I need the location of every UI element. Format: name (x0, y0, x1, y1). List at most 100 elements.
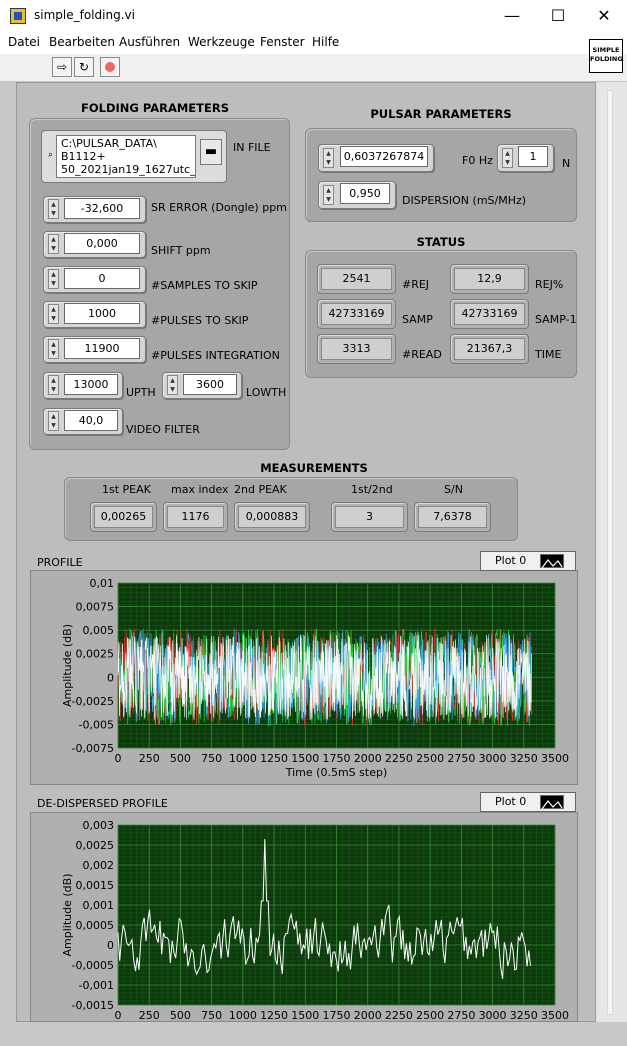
x-tick-label: 1250 (260, 752, 288, 765)
n-stepper[interactable]: ▲ ▼ (502, 148, 513, 168)
in-file-path[interactable]: C:\PULSAR_DATA\ B1112+ 50_2021jan19_1627… (56, 135, 196, 178)
peak1-value: 0,00265 (94, 506, 153, 528)
close-button[interactable]: ✕ (581, 0, 627, 32)
y-tick-label: -0,0005 (72, 959, 114, 972)
x-tick-label: 3500 (541, 1009, 569, 1022)
time-label: TIME (535, 348, 562, 361)
lowth-stepper[interactable]: ▲ ▼ (167, 375, 178, 395)
y-tick-label: 0,0025 (76, 648, 115, 661)
y-tick-label: -0,0075 (72, 742, 114, 755)
dedispersed-title: DE-DISPERSED PROFILE (37, 797, 168, 810)
pulses-skip-field[interactable]: 1000 (64, 303, 140, 324)
x-tick-label: 2000 (354, 752, 382, 765)
scrollbar-track[interactable] (607, 90, 613, 1015)
y-tick-label: -0,001 (79, 979, 114, 992)
video-filter-stepper[interactable]: ▲ ▼ (48, 411, 59, 431)
x-tick-label: 0 (115, 752, 122, 765)
x-tick-label: 2750 (447, 752, 475, 765)
minimize-button[interactable]: — (489, 0, 535, 32)
run-arrow-icon[interactable]: ⇨ (52, 57, 72, 77)
profile-title: PROFILE (37, 556, 83, 569)
x-tick-label: 500 (170, 1009, 191, 1022)
folding-title: FOLDING PARAMETERS (80, 101, 230, 115)
y-tick-label: 0,0005 (76, 919, 115, 932)
f0-label: F0 Hz (462, 154, 493, 167)
lowth-label: LOWTH (246, 386, 287, 399)
read-value: 3313 (321, 338, 392, 360)
samples-skip-stepper[interactable]: ▲ ▼ (48, 269, 59, 289)
measurements-title: MEASUREMENTS (260, 461, 368, 475)
rej-pct-value: 12,9 (454, 268, 525, 290)
f0-stepper[interactable]: ▲ ▼ (323, 148, 334, 168)
f0-field[interactable]: 0,6037267874 (340, 146, 428, 167)
folder-open-icon[interactable]: ▬ (200, 139, 222, 165)
run-continuously-icon[interactable]: ↻ (74, 57, 94, 77)
menu-fenster[interactable]: Fenster (260, 35, 305, 49)
maximize-button[interactable]: ☐ (535, 0, 581, 32)
ratio-label: 1st/2nd (351, 483, 393, 496)
x-tick-label: 0 (115, 1009, 122, 1022)
pulses-skip-stepper[interactable]: ▲ ▼ (48, 304, 59, 324)
max-index-label: max index (171, 483, 229, 496)
n-label: N (562, 157, 571, 170)
menu-datei[interactable]: Datei (8, 35, 40, 49)
peak1-label: 1st PEAK (102, 483, 151, 496)
lowth-field[interactable]: 3600 (183, 374, 237, 395)
pulses-integration-field[interactable]: 11900 (64, 338, 140, 359)
upth-field[interactable]: 13000 (64, 374, 118, 395)
sr-error-field[interactable]: -32,600 (64, 198, 140, 219)
dedispersed-chart: 0 250 500 750 1000 1250 1500 1750 2000 2250 2500 27… (61, 819, 569, 1022)
x-tick-label: 2750 (447, 1009, 475, 1022)
y-tick-label: 0,001 (83, 899, 115, 912)
menu-werkzeuge[interactable]: Werkzeuge (188, 35, 255, 49)
x-tick-label: 250 (139, 752, 160, 765)
sr-error-label: SR ERROR (Dongle) ppm (151, 201, 287, 214)
menu-hilfe[interactable]: Hilfe (312, 35, 339, 49)
dispersion-label: DISPERSION (mS/MHz) (402, 194, 527, 207)
x-tick-label: 3000 (479, 752, 507, 765)
samp-value: 42733169 (321, 303, 392, 325)
n-field[interactable]: 1 (518, 146, 548, 167)
menu-bearbeiten[interactable]: Bearbeiten (49, 35, 115, 49)
pulses-integration-label: #PULSES INTEGRATION (151, 349, 280, 362)
y-tick-label: 0 (107, 671, 114, 684)
y-tick-label: -0,005 (79, 718, 114, 731)
y-tick-label: -0,0015 (72, 999, 114, 1012)
samples-skip-field[interactable]: 0 (64, 268, 140, 289)
shift-field[interactable]: 0,000 (64, 233, 140, 254)
y-tick-label: 0,003 (83, 819, 115, 832)
profile-chart: 0 250 500 750 1000 1250 1500 1750 2000 2250 2500 27… (61, 577, 569, 779)
profile-legend-label: Plot 0 (495, 554, 527, 567)
dispersion-field[interactable]: 0,950 (340, 183, 390, 204)
y-tick-label: 0 (107, 939, 114, 952)
y-axis-title: Amplitude (dB) (61, 624, 74, 707)
x-tick-label: 500 (170, 752, 191, 765)
video-filter-field[interactable]: 40,0 (64, 410, 118, 431)
y-tick-label: 0,0025 (76, 839, 115, 852)
sr-error-stepper[interactable]: ▲ ▼ (48, 199, 59, 219)
ratio-value: 3 (335, 506, 404, 528)
window-title: simple_folding.vi (34, 8, 135, 22)
rej-label: #REJ (402, 278, 430, 291)
video-filter-label: VIDEO FILTER (126, 423, 200, 436)
upth-label: UPTH (126, 386, 156, 399)
x-tick-label: 2500 (416, 752, 444, 765)
pulses-integration-stepper[interactable]: ▲ ▼ (48, 339, 59, 359)
y-axis-title: Amplitude (dB) (61, 874, 74, 957)
dispersion-stepper[interactable]: ▲ ▼ (323, 185, 334, 205)
abort-stop-icon[interactable] (100, 57, 120, 77)
upth-stepper[interactable]: ▲ ▼ (48, 375, 59, 395)
shift-stepper[interactable]: ▲ ▼ (48, 234, 59, 254)
read-label: #READ (402, 348, 442, 361)
profile-legend-swatch (540, 554, 564, 569)
labview-vi-icon (10, 8, 26, 24)
x-tick-label: 1750 (323, 752, 351, 765)
x-tick-label: 3500 (541, 752, 569, 765)
peak2-value: 0,000883 (238, 506, 306, 528)
sn-value: 7,6378 (418, 506, 487, 528)
peak2-label: 2nd PEAK (234, 483, 287, 496)
dedispersed-legend-label: Plot 0 (495, 795, 527, 808)
x-tick-label: 2000 (354, 1009, 382, 1022)
pulsar-title: PULSAR PARAMETERS (370, 107, 512, 121)
menu-ausfuehren[interactable]: Ausführen (119, 35, 180, 49)
